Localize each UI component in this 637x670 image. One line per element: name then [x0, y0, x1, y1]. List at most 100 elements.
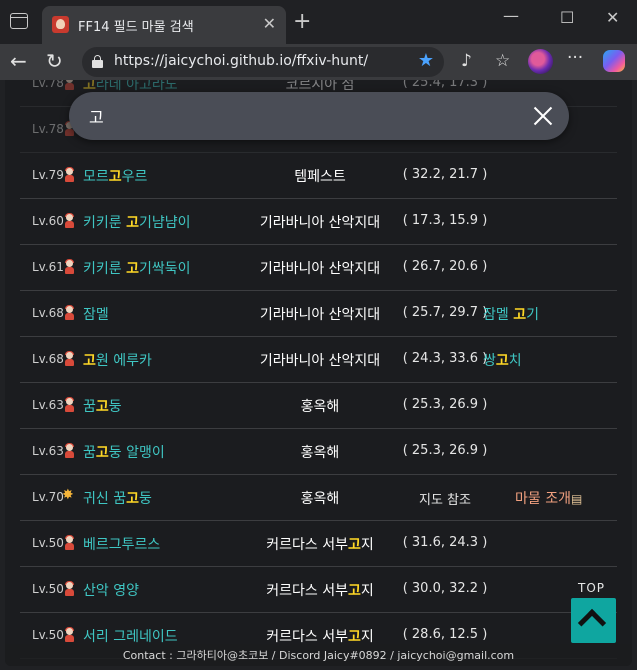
star-monster-icon: ✸: [62, 487, 74, 503]
monster-zone: 홍옥해: [300, 399, 340, 415]
table-row: Lv.63 꿈고둥 홍옥해 ( 25.3, 26.9 ): [20, 383, 617, 429]
table-row: Lv.70 ✸ 귀신 꿈고둥 홍옥해 지도 참조 마물 조개▤: [20, 475, 617, 521]
monster-coordinates: ( 30.0, 32.2 ): [402, 581, 488, 596]
monster-zone: 기라바니아 산악지대: [259, 215, 381, 231]
monster-level: Lv.50: [32, 582, 64, 596]
monster-level: Lv.78: [32, 80, 64, 90]
monster-level: Lv.63: [32, 444, 64, 458]
monster-drop: 잠멜 고기: [483, 307, 539, 323]
monster-coordinates: ( 28.6, 12.5 ): [402, 627, 488, 642]
monster-icon: [64, 535, 75, 551]
minimize-icon[interactable]: —: [503, 6, 519, 25]
monster-name[interactable]: 꿈고둥: [83, 396, 122, 416]
sidebar-toggle-icon[interactable]: [10, 13, 28, 29]
monster-icon: [64, 627, 75, 643]
monster-coordinates: ( 17.3, 15.9 ): [402, 213, 488, 228]
table-row: Lv.50 산악 영양 커르다스 서부고지 ( 30.0, 32.2 ): [20, 567, 617, 613]
monster-level: Lv.61: [32, 260, 64, 274]
monster-zone: 커르다스 서부고지: [266, 537, 374, 553]
monster-name[interactable]: 베르그투르스: [83, 534, 160, 554]
page-content: Lv.78 고라데 아고라노 코르시아 섬( 25.4, 17.3 ) Lv.78 Lv…: [5, 80, 632, 666]
footer: Contact : 그라하티아@초코보 / Discord Jaicy#0892…: [5, 644, 632, 666]
favicon-icon: [52, 16, 69, 33]
monster-level: Lv.78: [32, 122, 64, 136]
browser-titlebar: FF14 필드 마물 검색 ✕ + — ☐ ✕: [0, 0, 637, 44]
table-row: Lv.60 키키룬 고기냠냠이 기라바니아 산악지대 ( 17.3, 15.9 ): [20, 199, 617, 245]
monster-icon: [64, 581, 75, 597]
monster-level: Lv.79: [32, 168, 64, 182]
monster-level: Lv.68: [32, 306, 64, 320]
profile-avatar[interactable]: [528, 49, 553, 74]
monster-coordinates: ( 31.6, 24.3 ): [402, 535, 488, 550]
monster-name[interactable]: 서리 그레네이드: [83, 626, 178, 646]
url-text: https://jaicychoi.github.io/ffxiv-hunt/: [114, 53, 369, 69]
monster-level: Lv.63: [32, 398, 64, 412]
monster-zone: 기라바니아 산악지대: [259, 307, 381, 323]
monster-level: Lv.60: [32, 214, 64, 228]
monster-name[interactable]: 키키룬 고기냠냠이: [83, 212, 191, 232]
new-tab-icon[interactable]: +: [293, 9, 311, 34]
monster-level: Lv.70: [32, 490, 64, 504]
monster-drop: 쌍고치: [483, 353, 522, 369]
monster-icon: [64, 305, 75, 321]
chevron-up-icon: [577, 608, 607, 638]
monster-zone: 커르다스 서부고지: [266, 629, 374, 645]
monster-coordinates: ( 25.3, 26.9 ): [402, 397, 488, 412]
monster-coordinates: ( 32.2, 21.7 ): [402, 167, 488, 182]
monster-name[interactable]: 키키룬 고기싹둑이: [83, 258, 191, 278]
favorite-star-icon[interactable]: ★: [418, 50, 434, 71]
scroll-top-button[interactable]: [571, 598, 616, 643]
monster-name[interactable]: 고원 에루카: [83, 350, 152, 370]
monster-zone: 홍옥해: [300, 445, 340, 461]
monster-zone: 기라바니아 산악지대: [259, 353, 381, 369]
maximize-icon[interactable]: ☐: [560, 8, 574, 27]
address-bar[interactable]: https://jaicychoi.github.io/ffxiv-hunt/ …: [82, 47, 444, 77]
monster-coordinates: 지도 참조: [419, 493, 471, 508]
monster-name[interactable]: 귀신 꿈고둥: [83, 488, 152, 508]
monster-list: Lv.78 고라데 아고라노 코르시아 섬( 25.4, 17.3 ) Lv.78 Lv…: [20, 80, 617, 659]
monster-name[interactable]: 꿈고둥 알맹이: [83, 442, 165, 462]
monster-icon: [64, 259, 75, 275]
monster-coordinates: ( 25.3, 26.9 ): [402, 443, 488, 458]
table-row: Lv.63 꿈고둥 알맹이 홍옥해 ( 25.3, 26.9 ): [20, 429, 617, 475]
monster-coordinates: ( 25.4, 17.3 ): [402, 80, 488, 90]
monster-name[interactable]: 산악 영양: [83, 580, 139, 600]
table-row: Lv.68 고원 에루카 기라바니아 산악지대( 24.3, 33.6 ) 쌍고치: [20, 337, 617, 383]
lock-icon: [92, 55, 103, 68]
monster-zone: 기라바니아 산악지대: [259, 261, 381, 277]
search-input[interactable]: [89, 102, 509, 130]
monster-zone: 홍옥해: [300, 491, 340, 507]
monster-name[interactable]: 잠멜: [83, 304, 109, 324]
refresh-icon[interactable]: ↻: [46, 49, 63, 73]
monster-coordinates: ( 26.7, 20.6 ): [402, 259, 488, 274]
search-box: [69, 92, 569, 140]
scroll-icon: ▤: [570, 492, 583, 506]
copilot-icon[interactable]: [603, 50, 625, 72]
table-row: Lv.79 모르고우르 템페스트 ( 32.2, 21.7 ): [20, 153, 617, 199]
favorites-icon[interactable]: ☆: [495, 51, 510, 71]
monster-zone: 템페스트: [294, 169, 346, 185]
table-row: Lv.68 잠멜 기라바니아 산악지대( 25.7, 29.7 ) 잠멜 고기: [20, 291, 617, 337]
monster-icon: [64, 213, 75, 229]
top-label: TOP: [578, 581, 606, 595]
browser-tab[interactable]: FF14 필드 마물 검색 ✕: [42, 6, 286, 44]
monster-icon: [64, 397, 75, 413]
back-icon[interactable]: ←: [10, 49, 27, 73]
monster-zone: 커르다스 서부고지: [266, 583, 374, 599]
window-close-icon[interactable]: ✕: [606, 8, 619, 27]
monster-name[interactable]: 모르고우르: [83, 166, 147, 186]
clear-search-icon[interactable]: [533, 106, 553, 126]
tab-title: FF14 필드 마물 검색: [78, 20, 194, 35]
close-tab-icon[interactable]: ✕: [263, 14, 276, 33]
browser-toolbar: ← ↻ https://jaicychoi.github.io/ffxiv-hu…: [0, 44, 637, 80]
monster-level: Lv.50: [32, 628, 64, 642]
monster-icon: [64, 80, 75, 91]
table-row: Lv.61 키키룬 고기싹둑이 기라바니아 산악지대 ( 26.7, 20.6 ): [20, 245, 617, 291]
table-row: Lv.50 베르그투르스 커르다스 서부고지 ( 31.6, 24.3 ): [20, 521, 617, 567]
monster-level: Lv.68: [32, 352, 64, 366]
monster-drop: 마물 조개▤: [515, 491, 583, 507]
more-menu-icon[interactable]: ···: [567, 48, 583, 68]
read-aloud-icon[interactable]: ♪: [461, 51, 472, 71]
monster-icon: [64, 167, 75, 183]
monster-level: Lv.50: [32, 536, 64, 550]
